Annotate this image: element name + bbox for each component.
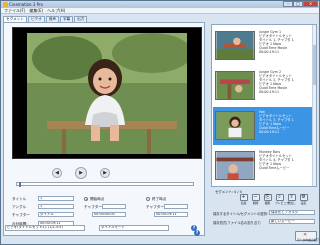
clip-toolbar: + 追加 − 削除 ⎘ 複製 ⌕ プレビュー ⇪ 書出し ⚙ 設定: [239, 194, 308, 206]
title-label: タイトル: [12, 197, 27, 201]
end-point-radio[interactable]: [146, 197, 150, 201]
duplicate-icon: ⎘: [263, 194, 272, 201]
duplicate-label: 複製: [264, 201, 271, 205]
clip-item[interactable]: Jungle Gym 1 ビデオタイトルセット タイトル 1, チャプタ 1 ビ…: [213, 27, 313, 65]
end-chapter-select[interactable]: [164, 204, 188, 209]
clip-caption: Jungle Gym 1 ビデオタイトルセット タイトル 1, チャプタ 1 ビ…: [259, 30, 313, 54]
scroll-thumb[interactable]: [313, 45, 316, 85]
start-point-label: 開始時点: [90, 197, 105, 201]
preview-label: プレビュー: [275, 201, 289, 205]
chapter-select[interactable]: タイトル: [38, 212, 74, 217]
end-time-field[interactable]: 00:00:19:11: [154, 212, 188, 217]
file-name-select[interactable]: 新しいムービー: [269, 219, 315, 224]
mode-select[interactable]: タイトルモード: [99, 225, 169, 231]
end-chapter-label: チャプター: [146, 205, 164, 209]
chapter-label: チャプター: [12, 213, 30, 217]
forward-button[interactable]: ▶: [100, 168, 110, 178]
start-chapter-select[interactable]: [102, 204, 126, 209]
clip-thumbnail: [215, 31, 255, 60]
export-button[interactable]: ⇪ 書出し: [287, 194, 296, 206]
clip-thumbnail: [215, 111, 255, 140]
angle-label: アングル: [12, 205, 27, 209]
clip-thumbnail: [215, 71, 255, 100]
gear-icon: ⚙: [299, 194, 308, 201]
title-select[interactable]: 1: [38, 196, 74, 201]
save-target-label: 保存するタイトル/セグメントの選択:: [213, 212, 268, 216]
clip-caption: Hat ビデオタイトルセット タイトル 3, チャプタ 1 ビデオ 1 Kbps…: [259, 110, 313, 134]
menu-file[interactable]: ファイル(F): [4, 8, 25, 13]
video-frame-image: [27, 33, 187, 154]
seek-thumb[interactable]: [19, 182, 21, 187]
title-bar: Cinematize 3 Pro – □ ✕: [1, 1, 319, 8]
remove-icon: −: [251, 194, 260, 201]
clip-list-scrollbar[interactable]: [312, 25, 316, 186]
export-icon: ⇪: [287, 194, 296, 201]
start-point-radio[interactable]: [84, 197, 88, 201]
end-point-label: 終了時点: [152, 197, 167, 201]
add-label: 追加: [240, 201, 247, 205]
rewind-button[interactable]: ◀: [52, 168, 62, 178]
window-title: Cinematize 3 Pro: [9, 2, 43, 7]
bottom-bar: ビデオ(タイトルセット2)- (1/1-5:5) タイトルモード ?: [3, 223, 319, 233]
angle-select[interactable]: 1: [38, 204, 74, 209]
clip-thumbnail: [215, 151, 255, 180]
close-window-button[interactable]: ✕: [303, 1, 318, 7]
clip-item[interactable]: Monkey Bars ビデオタイトルセット タイトル 4, チャプタ 1 ビデ…: [213, 147, 313, 185]
file-name-label: 保存形式/ファイル名の割り当て:: [213, 221, 262, 225]
duplicate-segment-button[interactable]: ⎘ 複製: [263, 194, 272, 206]
app-window: Cinematize 3 Pro – □ ✕ ファイル(F) 編集(E) ヘルプ…: [0, 0, 320, 245]
source-select[interactable]: ビデオ(タイトルセット2)- (1/1-5:5): [5, 225, 85, 231]
video-preview: [12, 27, 202, 159]
finish-label: データ作成の終了: [297, 238, 320, 242]
menu-bar: ファイル(F) 編集(E) ヘルプ(H): [1, 8, 319, 14]
app-icon: [3, 2, 8, 7]
start-chapter-label: チャプター: [84, 205, 102, 209]
maximize-button[interactable]: □: [293, 1, 303, 7]
preview-icon: ⌕: [275, 194, 284, 201]
clip-caption: Monkey Bars ビデオタイトルセット タイトル 4, チャプタ 1 ビデ…: [259, 150, 313, 170]
settings-label: 設定: [300, 201, 307, 205]
play-button[interactable]: ▶: [75, 167, 87, 179]
clip-item-selected[interactable]: Hat ビデオタイトルセット タイトル 3, チャプタ 1 ビデオ 1 Kbps…: [213, 107, 313, 145]
export-label: 書出し: [287, 201, 296, 205]
settings-button[interactable]: ⚙ 設定: [299, 194, 308, 206]
seek-bar[interactable]: [16, 182, 194, 187]
add-segment-button[interactable]: + 追加: [239, 194, 248, 206]
clip-line: 00:00:19:11: [259, 130, 280, 134]
clip-line: 00:00:19:11: [259, 50, 280, 54]
save-target-select[interactable]: 保存先とフォルダ: [269, 210, 315, 215]
window-controls: – □ ✕: [283, 1, 318, 7]
minimize-button[interactable]: –: [283, 1, 293, 7]
clip-list: Jungle Gym 1 ビデオタイトルセット タイトル 1, チャプタ 1 ビ…: [211, 24, 317, 187]
clip-line: 00:00:19:11: [259, 90, 280, 94]
preview-button[interactable]: ⌕ プレビュー: [275, 194, 289, 206]
finish-button[interactable]: ✕ データ作成の終了: [295, 231, 320, 242]
remove-label: 削除: [252, 201, 259, 205]
menu-edit[interactable]: 編集(E): [29, 8, 43, 13]
add-icon: +: [239, 194, 248, 201]
remove-segment-button[interactable]: − 削除: [251, 194, 260, 206]
clip-caption: Jungle Gym 2 ビデオタイトルセット タイトル 2, チャプタ 1 ビ…: [259, 70, 313, 94]
start-time-field[interactable]: 00:00:00:00: [92, 212, 126, 217]
playback-controls: ◀ ▶ ▶: [4, 167, 204, 181]
menu-help[interactable]: ヘルプ(H): [47, 8, 65, 13]
bottom-help-icon[interactable]: ?: [191, 225, 197, 231]
segment-panel: ◀ ▶ ▶ タイトル 1 アングル 1 チャプター タイトル 合計時間: 00:…: [3, 22, 205, 236]
clip-line: QuickTimeムービー: [259, 166, 290, 170]
segment-count: セグメント: 4 / 4: [215, 190, 242, 194]
clip-item[interactable]: Jungle Gym 2 ビデオタイトルセット タイトル 2, チャプタ 1 ビ…: [213, 67, 313, 105]
